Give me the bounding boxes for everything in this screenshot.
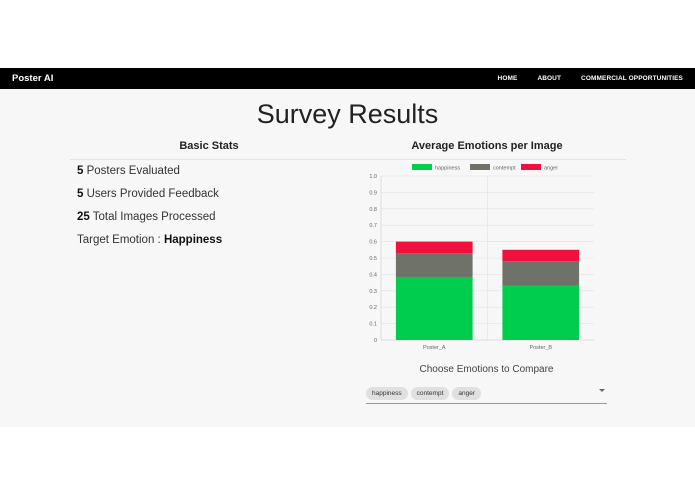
stat-posters: 5 Posters Evaluated (77, 165, 180, 177)
emotion-select[interactable]: happiness contempt anger (366, 384, 607, 404)
basic-stats-heading: Basic Stats (179, 140, 239, 152)
y-tick-label: 0.5 (369, 256, 377, 262)
legend-swatch-happiness (412, 164, 432, 170)
x-tick-label: Poster_A (423, 345, 446, 351)
navbar: Poster AI HOME ABOUT COMMERCIAL OPPORTUN… (0, 68, 695, 89)
bar-happiness-poster_b (502, 285, 580, 340)
nav-link-home[interactable]: HOME (498, 75, 518, 82)
brand-logo[interactable]: Poster AI (12, 73, 53, 84)
main-content: Survey Results Basic Stats Average Emoti… (0, 89, 695, 427)
y-tick-label: 0.1 (369, 322, 377, 328)
stat-emotion-value: Happiness (163, 234, 223, 246)
emotions-bar-chart: 0 0.1 0.2 0.3 0.4 0.5 0.6 0.7 0.8 0.9 1.0 Poster_A P… (369, 164, 594, 351)
legend-swatch-contempt (470, 164, 490, 170)
chip-anger[interactable]: anger (452, 387, 482, 400)
nav-link-commercial[interactable]: COMMERCIAL OPPORTUNITIES (581, 75, 683, 82)
stat-images-label: Total Images Processed (89, 211, 216, 223)
y-tick-label: 0.9 (369, 190, 377, 196)
bar-anger-poster_a (395, 241, 473, 254)
legend-label-anger: anger (544, 166, 558, 172)
stat-images-count: 25 (77, 211, 90, 223)
stat-target-emotion: Target Emotion : Happiness (77, 234, 222, 246)
y-tick-label: 1.0 (369, 174, 377, 180)
bar-contempt-poster_b (502, 261, 580, 286)
bar-anger-poster_b (502, 249, 580, 262)
chip-happiness[interactable]: happiness (366, 387, 408, 400)
chart-heading: Average Emotions per Image (411, 140, 563, 152)
stat-users-label: Users Provided Feedback (83, 188, 219, 200)
y-tick-label: 0.4 (369, 272, 377, 278)
compare-label: Choose Emotions to Compare (419, 364, 554, 375)
y-tick-label: 0.6 (369, 240, 377, 246)
legend-label-contempt: contempt (493, 166, 516, 172)
stat-emotion-label: Target Emotion : (77, 234, 164, 246)
nav-link-about[interactable]: ABOUT (537, 75, 561, 82)
stat-posters-label: Posters Evaluated (83, 165, 180, 177)
nav-links: HOME ABOUT COMMERCIAL OPPORTUNITIES (478, 75, 683, 82)
y-tick-label: 0.7 (369, 223, 377, 229)
legend-label-happiness: happiness (435, 166, 460, 172)
legend-swatch-anger (521, 164, 541, 170)
page-title: Survey Results (256, 99, 439, 129)
bar-happiness-poster_a (395, 277, 473, 340)
bar-contempt-poster_a (395, 253, 473, 278)
x-tick-label: Poster_B (529, 345, 552, 351)
y-tick-label: 0.3 (369, 289, 377, 295)
chip-contempt[interactable]: contempt (410, 387, 450, 400)
y-tick-label: 0.8 (369, 207, 377, 213)
stat-users: 5 Users Provided Feedback (77, 188, 219, 200)
dropdown-arrow-icon[interactable] (599, 389, 605, 392)
y-tick-label: 0.2 (369, 305, 377, 311)
y-tick-label: 0 (374, 338, 377, 344)
stat-images: 25 Total Images Processed (77, 211, 216, 223)
